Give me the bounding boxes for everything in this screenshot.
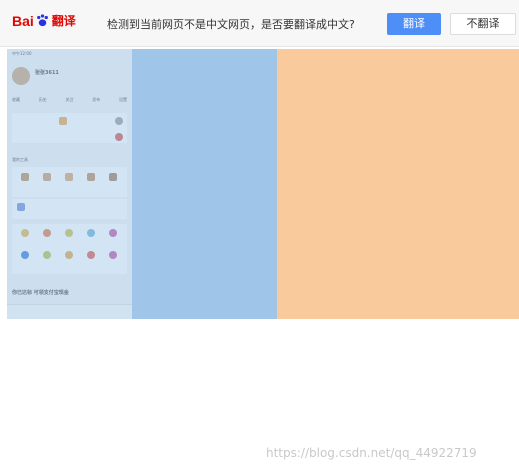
tool-icon[interactable] — [21, 173, 29, 181]
bottom-navbar — [7, 304, 132, 319]
paw-icon — [36, 14, 48, 27]
service-icon[interactable] — [43, 251, 51, 259]
translate-prompt: 检测到当前网页不是中文网页，是否要翻译成中文? — [107, 18, 355, 31]
grid-item[interactable]: 收藏 — [12, 97, 20, 103]
card-block — [12, 113, 127, 143]
promo-icon — [17, 203, 25, 211]
csdn-watermark: https://blog.csdn.net/qq_44922719 — [266, 446, 477, 460]
bottom-banner: 你已达标 可领支付宝现金 — [12, 290, 69, 296]
service-icon[interactable] — [87, 251, 95, 259]
promo-block — [12, 199, 127, 219]
service-icon[interactable] — [65, 229, 73, 237]
card-icon — [115, 133, 123, 141]
tool-icon[interactable] — [109, 173, 117, 181]
grid-item[interactable]: 发布 — [92, 97, 100, 103]
tool-icon[interactable] — [65, 173, 73, 181]
orange-panel — [277, 49, 519, 319]
translate-button[interactable]: 翻译 — [387, 13, 441, 35]
tool-icon[interactable] — [43, 173, 51, 181]
service-icon[interactable] — [87, 229, 95, 237]
service-icon[interactable] — [65, 251, 73, 259]
baidu-translate-logo: Bai 翻译 — [12, 12, 76, 29]
grid-item[interactable]: 关注 — [66, 97, 74, 103]
phone-screenshot: 中午12:00 张张3611 收藏 历史 关注 发布 设置 我的工具 你已达标 … — [7, 49, 132, 319]
quick-grid: 收藏 历史 关注 发布 设置 — [12, 97, 127, 103]
grid-item[interactable]: 设置 — [119, 97, 127, 103]
service-icon[interactable] — [109, 229, 117, 237]
username: 张张3611 — [35, 70, 59, 76]
grid-item[interactable]: 历史 — [39, 97, 47, 103]
status-bar: 中午12:00 — [12, 51, 32, 56]
section-title: 我的工具 — [12, 157, 28, 162]
service-icon[interactable] — [21, 229, 29, 237]
logo-text: Bai — [12, 12, 34, 29]
service-icon[interactable] — [21, 251, 29, 259]
tool-icon[interactable] — [87, 173, 95, 181]
tools-block — [12, 167, 127, 197]
service-icon[interactable] — [109, 251, 117, 259]
service-icon[interactable] — [43, 229, 51, 237]
avatar — [12, 67, 30, 85]
card-icon — [59, 117, 67, 125]
translate-bar: Bai 翻译 检测到当前网页不是中文网页，是否要翻译成中文? 翻译 不翻译 — [0, 0, 519, 47]
card-icon — [115, 117, 123, 125]
logo-suffix: 翻译 — [51, 14, 76, 28]
no-translate-button[interactable]: 不翻译 — [450, 13, 516, 35]
